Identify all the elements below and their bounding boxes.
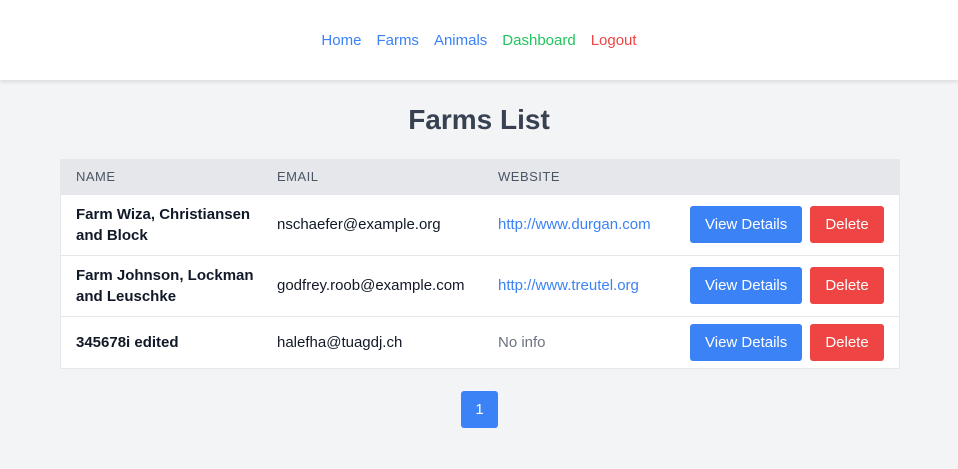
header-name: NAME bbox=[76, 169, 116, 185]
farm-name-cell: 345678i edited bbox=[76, 333, 179, 351]
farm-email-cell: halefha@tuagdj.ch bbox=[277, 333, 403, 351]
delete-button[interactable]: Delete bbox=[810, 267, 884, 304]
table-row: Farm Wiza, Christiansen and Block nschae… bbox=[61, 194, 899, 255]
farm-website-link[interactable]: http://www.treutel.org bbox=[498, 277, 639, 294]
delete-button[interactable]: Delete bbox=[810, 206, 884, 243]
header-website: WEBSITE bbox=[498, 169, 561, 185]
page-title: Farms List bbox=[408, 104, 550, 135]
farm-name-cell: Farm Wiza, Christiansen and Block bbox=[76, 205, 251, 244]
nav-animals-link[interactable]: Animals bbox=[434, 32, 487, 49]
farm-email-cell: nschaefer@example.org bbox=[277, 216, 441, 233]
nav-links: Home Farms Animals Dashboard Logout bbox=[321, 32, 636, 49]
table-row: 345678i edited halefha@tuagdj.ch No info… bbox=[61, 316, 899, 368]
farm-website-link[interactable]: http://www.durgan.com bbox=[498, 216, 651, 233]
farm-website-cell: http://www.treutel.org bbox=[483, 255, 675, 316]
view-details-button[interactable]: View Details bbox=[690, 323, 802, 361]
farm-website-cell: http://www.durgan.com bbox=[483, 194, 675, 255]
delete-button[interactable]: Delete bbox=[810, 323, 884, 361]
farms-table: NAME EMAIL WEBSITE Farm Wiza, Christians… bbox=[61, 160, 899, 368]
row-actions: View Details Delete bbox=[675, 316, 899, 368]
farms-table-container: NAME EMAIL WEBSITE Farm Wiza, Christians… bbox=[60, 159, 900, 369]
view-details-button[interactable]: View Details bbox=[690, 206, 802, 243]
header-actions bbox=[675, 160, 899, 194]
no-info-text: No info bbox=[498, 333, 546, 351]
farm-email-cell: godfrey.roob@example.com bbox=[277, 277, 465, 294]
table-row: Farm Johnson, Lockman and Leuschke godfr… bbox=[61, 255, 899, 316]
header-email: EMAIL bbox=[277, 169, 319, 185]
farm-website-cell: No info bbox=[483, 316, 675, 368]
pagination: 1 bbox=[461, 391, 498, 428]
farm-name-cell: Farm Johnson, Lockman and Leuschke bbox=[76, 266, 254, 305]
nav-farms-link[interactable]: Farms bbox=[376, 32, 419, 49]
table-header-row: NAME EMAIL WEBSITE bbox=[61, 160, 899, 194]
view-details-button[interactable]: View Details bbox=[690, 267, 802, 304]
top-navbar: Home Farms Animals Dashboard Logout bbox=[0, 0, 958, 80]
nav-dashboard-link[interactable]: Dashboard bbox=[502, 32, 575, 49]
page-1-button[interactable]: 1 bbox=[461, 391, 498, 428]
nav-logout-link[interactable]: Logout bbox=[591, 32, 637, 49]
row-actions: View Details Delete bbox=[675, 194, 899, 255]
nav-home-link[interactable]: Home bbox=[321, 32, 361, 49]
row-actions: View Details Delete bbox=[675, 255, 899, 316]
